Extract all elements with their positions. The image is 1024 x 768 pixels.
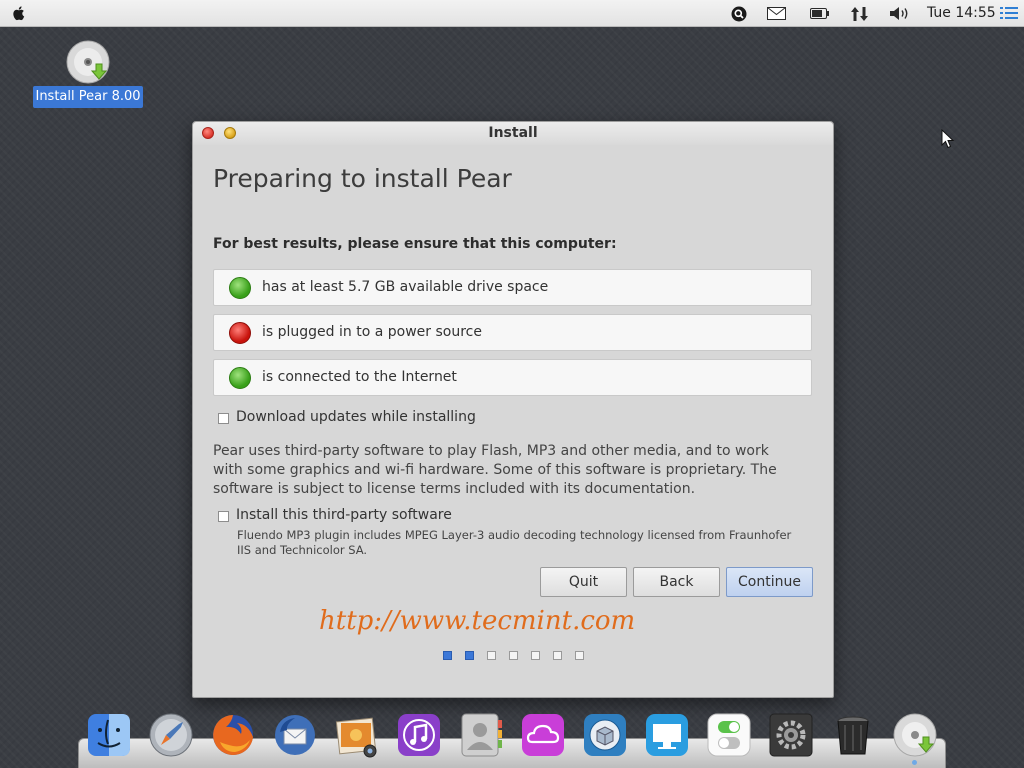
download-updates-label[interactable]: Download updates while installing — [236, 409, 476, 425]
requirement-internet: is connected to the Internet — [213, 359, 812, 396]
progress-step-5 — [531, 651, 540, 660]
software-center-icon[interactable] — [582, 712, 628, 758]
quit-button[interactable]: Quit — [540, 567, 627, 597]
page-title: Preparing to install Pear — [213, 164, 512, 193]
notifications-icon[interactable] — [999, 5, 1019, 22]
third-party-label[interactable]: Install this third-party software — [236, 507, 452, 523]
system-gear-icon[interactable] — [768, 712, 814, 758]
music-icon[interactable] — [396, 712, 442, 758]
running-indicator — [912, 760, 917, 765]
install-disc-icon[interactable] — [892, 712, 938, 758]
status-ok-icon — [229, 367, 251, 389]
download-updates-checkbox[interactable] — [218, 413, 229, 424]
volume-icon[interactable] — [888, 5, 912, 22]
requirement-power-source: is plugged in to a power source — [213, 314, 812, 351]
menu-bar: Tue 14:55 — [0, 0, 1024, 27]
firefox-icon[interactable] — [210, 712, 256, 758]
third-party-note: Fluendo MP3 plugin includes MPEG Layer-3… — [237, 528, 792, 557]
display-icon[interactable] — [644, 712, 690, 758]
third-party-checkbox[interactable] — [218, 511, 229, 522]
requirement-drive-space: has at least 5.7 GB available drive spac… — [213, 269, 812, 306]
back-button[interactable]: Back — [633, 567, 720, 597]
requirement-text: is plugged in to a power source — [262, 324, 482, 340]
window-title: Install — [488, 125, 538, 141]
apple-icon[interactable] — [10, 4, 28, 22]
progress-step-7 — [575, 651, 584, 660]
progress-step-6 — [553, 651, 562, 660]
status-ok-icon — [229, 277, 251, 299]
title-bar[interactable]: Install — [193, 122, 833, 145]
dock — [78, 738, 946, 768]
requirement-text: is connected to the Internet — [262, 369, 457, 385]
install-window: Install Preparing to install Pear For be… — [192, 121, 834, 698]
watermark-text: http://www.tecmint.com — [319, 606, 636, 636]
progress-step-2 — [465, 651, 474, 660]
battery-icon[interactable] — [809, 5, 831, 22]
status-fail-icon — [229, 322, 251, 344]
third-party-description: Pear uses third-party software to play F… — [213, 443, 777, 497]
requirements-heading: For best results, please ensure that thi… — [213, 236, 617, 252]
mail-icon[interactable] — [766, 5, 786, 22]
requirement-text: has at least 5.7 GB available drive spac… — [262, 279, 549, 295]
search-icon[interactable] — [730, 5, 747, 22]
network-icon[interactable] — [849, 5, 869, 22]
photos-icon[interactable] — [334, 712, 380, 758]
trash-icon[interactable] — [830, 712, 876, 758]
disc-install-icon[interactable] — [66, 40, 110, 84]
mouse-cursor-icon — [941, 129, 955, 149]
progress-step-4 — [509, 651, 518, 660]
contacts-icon[interactable] — [458, 712, 504, 758]
desktop-icon-label[interactable]: Install Pear 8.00 — [33, 86, 143, 108]
clock[interactable]: Tue 14:55 — [927, 5, 996, 21]
progress-step-1 — [443, 651, 452, 660]
cloud-icon[interactable] — [520, 712, 566, 758]
thunderbird-icon[interactable] — [272, 712, 318, 758]
progress-step-3 — [487, 651, 496, 660]
finder-icon[interactable] — [86, 712, 132, 758]
launchpad-rocket-icon[interactable] — [148, 712, 194, 758]
continue-button[interactable]: Continue — [726, 567, 813, 597]
settings-toggles-icon[interactable] — [706, 712, 752, 758]
